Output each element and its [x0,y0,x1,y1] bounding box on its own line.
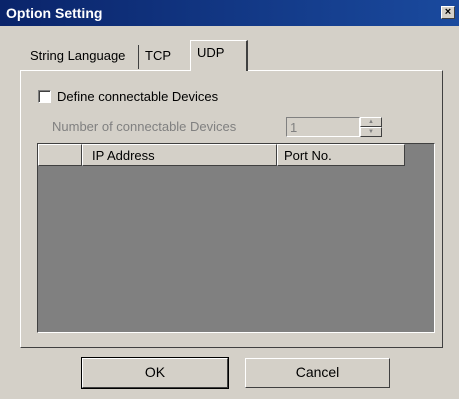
tab-tcp[interactable]: TCP [139,45,189,69]
tab-label: UDP [197,45,225,60]
close-icon[interactable]: × [441,6,455,19]
tab-label: String Language [30,48,126,63]
num-devices-label: Number of connectable Devices [52,119,237,134]
device-list[interactable]: IP Address Port No. [37,143,435,333]
spin-down-icon[interactable]: ▼ [360,127,382,137]
title-bar[interactable]: Option Setting × [0,0,459,26]
spin-up-icon[interactable]: ▲ [360,117,382,127]
define-devices-checkbox[interactable] [38,90,51,103]
tab-string-language[interactable]: String Language [24,45,139,69]
tab-udp[interactable]: UDP [190,40,248,71]
column-header-index[interactable] [38,144,82,166]
ok-button[interactable]: OK [81,357,229,389]
cancel-button[interactable]: Cancel [245,358,390,388]
tab-label: TCP [145,48,171,63]
define-devices-label[interactable]: Define connectable Devices [57,89,218,104]
column-header-port-no[interactable]: Port No. [277,144,405,166]
window-title: Option Setting [6,5,103,21]
option-setting-dialog: Option Setting × String Language TCP UDP… [0,0,459,399]
column-header-ip-address[interactable]: IP Address [82,144,277,166]
num-devices-input[interactable]: 1 [286,117,360,137]
